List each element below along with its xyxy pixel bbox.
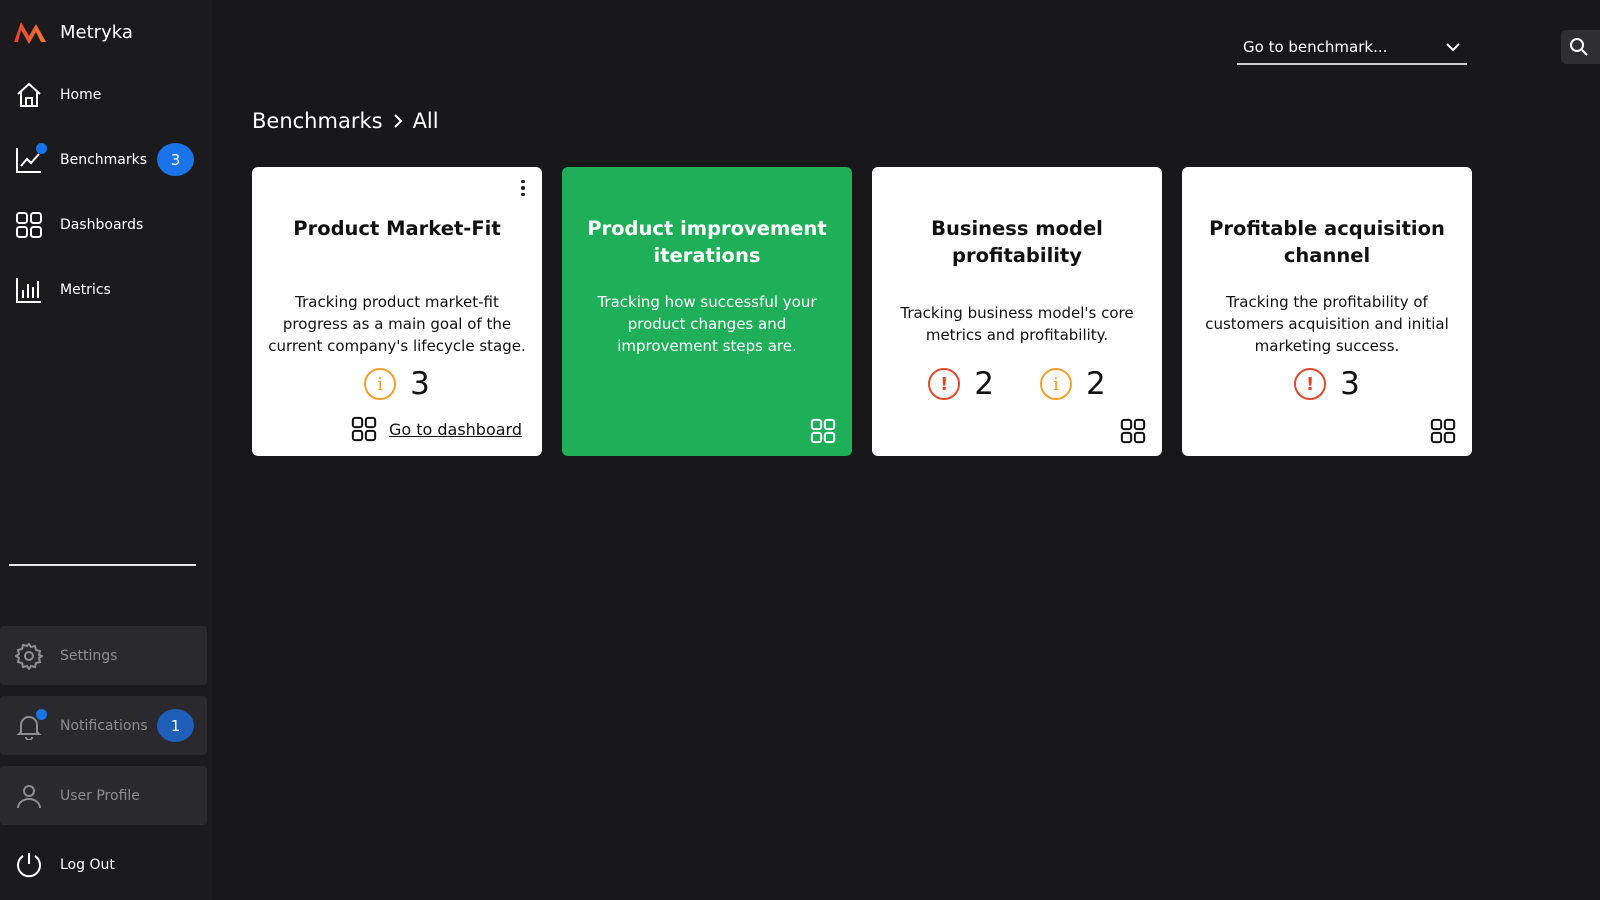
- benchmark-card[interactable]: Profitable acquisition channel Tracking …: [1182, 167, 1472, 456]
- card-title: Product improvement iterations: [587, 217, 827, 267]
- home-icon: [14, 80, 44, 110]
- benchmark-card[interactable]: Product improvement iterations Tracking …: [562, 167, 852, 456]
- stat-info: i 3: [364, 366, 430, 402]
- info-icon: i: [1040, 368, 1072, 400]
- stat-value: 2: [974, 366, 994, 402]
- gear-icon: [14, 641, 44, 671]
- user-icon: [14, 781, 44, 811]
- stat-value: 3: [410, 366, 430, 402]
- card-description: Tracking the profitability of customers …: [1205, 293, 1449, 355]
- bell-icon: [14, 708, 47, 741]
- sidebar: Metryka Home Benchmarks 3 Dashboards Met…: [0, 0, 212, 900]
- power-icon: [14, 850, 44, 880]
- logout-button[interactable]: Log Out: [0, 840, 212, 890]
- goto-benchmark-value: Go to benchmark...: [1243, 37, 1388, 56]
- notifications-count-badge: 1: [157, 709, 194, 742]
- sidebar-item-home[interactable]: Home: [0, 70, 212, 120]
- breadcrumb-current: All: [412, 109, 439, 133]
- alert-icon: !: [928, 368, 961, 400]
- chevron-down-icon: [1446, 42, 1460, 51]
- sidebar-item-label: Metrics: [60, 282, 111, 298]
- sidebar-item-user-profile[interactable]: User Profile: [0, 766, 207, 825]
- alert-icon: !: [1294, 368, 1327, 400]
- dashboard-button[interactable]: [1120, 418, 1146, 448]
- grid-icon: [810, 418, 836, 444]
- stat-value: 3: [1340, 366, 1360, 402]
- sidebar-item-metrics[interactable]: Metrics: [0, 265, 212, 315]
- card-title: Product Market-Fit: [293, 217, 501, 240]
- info-icon: i: [364, 368, 397, 400]
- app-name: Metryka: [60, 21, 133, 43]
- sidebar-item-settings[interactable]: Settings: [0, 626, 207, 685]
- stat-info: i 2: [1040, 366, 1106, 402]
- card-title: Profitable acquisition channel: [1209, 217, 1445, 267]
- notification-dot: [36, 708, 47, 720]
- trending-chart-icon: [14, 143, 47, 175]
- search-button[interactable]: [1561, 30, 1600, 64]
- stat-value: 2: [1086, 366, 1106, 402]
- grid-icon: [351, 416, 377, 442]
- sidebar-item-label: Settings: [60, 647, 118, 664]
- sidebar-item-notifications[interactable]: Notifications 1: [0, 696, 207, 755]
- dashboard-button[interactable]: [810, 418, 836, 448]
- sidebar-item-label: Home: [60, 87, 102, 103]
- metryka-logo-icon: [14, 22, 46, 44]
- stat-alert: ! 3: [1294, 366, 1360, 402]
- grid-icon: [1120, 418, 1146, 444]
- grid-icon: [1430, 418, 1456, 444]
- sidebar-item-label: Notifications: [60, 717, 148, 734]
- sidebar-divider: [9, 564, 196, 566]
- sidebar-item-label: User Profile: [60, 787, 140, 804]
- breadcrumb-root[interactable]: Benchmarks: [252, 109, 383, 133]
- sidebar-item-label: Benchmarks: [60, 152, 148, 168]
- breadcrumb: Benchmarks All: [252, 109, 439, 133]
- card-stats: i 3: [252, 366, 542, 402]
- search-icon: [1570, 38, 1588, 56]
- card-stats: ! 3: [1182, 366, 1472, 402]
- benchmarks-count-badge: 3: [157, 143, 194, 176]
- stat-alert: ! 2: [928, 366, 994, 402]
- sidebar-item-label: Dashboards: [60, 217, 144, 233]
- card-title: Business model profitability: [931, 217, 1103, 267]
- dashboard-button[interactable]: [1430, 418, 1456, 448]
- more-options-icon[interactable]: [518, 178, 528, 198]
- go-to-dashboard-link[interactable]: Go to dashboard: [351, 416, 522, 442]
- notification-dot: [36, 143, 47, 154]
- sidebar-item-benchmarks[interactable]: Benchmarks 3: [0, 135, 212, 185]
- go-to-dashboard-label: Go to dashboard: [388, 419, 522, 439]
- sidebar-item-dashboards[interactable]: Dashboards: [0, 200, 212, 250]
- goto-benchmark-select[interactable]: Go to benchmark...: [1237, 30, 1467, 65]
- chevron-right-icon: [393, 114, 402, 128]
- card-description: Tracking product market-fit progress as …: [268, 293, 526, 355]
- card-stats: ! 2 i 2: [872, 366, 1162, 402]
- card-description: Tracking business model's core metrics a…: [900, 304, 1134, 344]
- benchmark-card[interactable]: Business model profitability Tracking bu…: [872, 167, 1162, 456]
- logout-label: Log Out: [60, 857, 115, 873]
- grid-icon: [14, 210, 44, 240]
- benchmark-card[interactable]: Product Market-Fit Tracking product mark…: [252, 167, 542, 456]
- app-logo[interactable]: Metryka: [12, 18, 133, 46]
- bar-chart-icon: [14, 275, 44, 305]
- card-description: Tracking how successful your product cha…: [597, 293, 817, 355]
